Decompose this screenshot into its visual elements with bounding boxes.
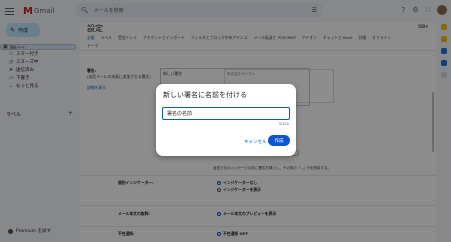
dialog-title: 新しい署名に名前を付ける xyxy=(163,91,247,99)
create-button[interactable]: 作成 xyxy=(268,135,290,146)
cancel-button[interactable]: キャンセル xyxy=(244,139,267,145)
name-signature-dialog: 新しい署名に名前を付ける 5/320 キャンセル 作成 xyxy=(156,84,296,156)
gmail-app: M Gmail 🔍︎ メールを検索 ☰ ? ⚙ ∷ ✎ 作成 ▣ 受信トレイ ☆ xyxy=(0,0,451,242)
signature-name-input[interactable] xyxy=(162,107,290,120)
character-counter: 5/320 xyxy=(278,122,289,126)
